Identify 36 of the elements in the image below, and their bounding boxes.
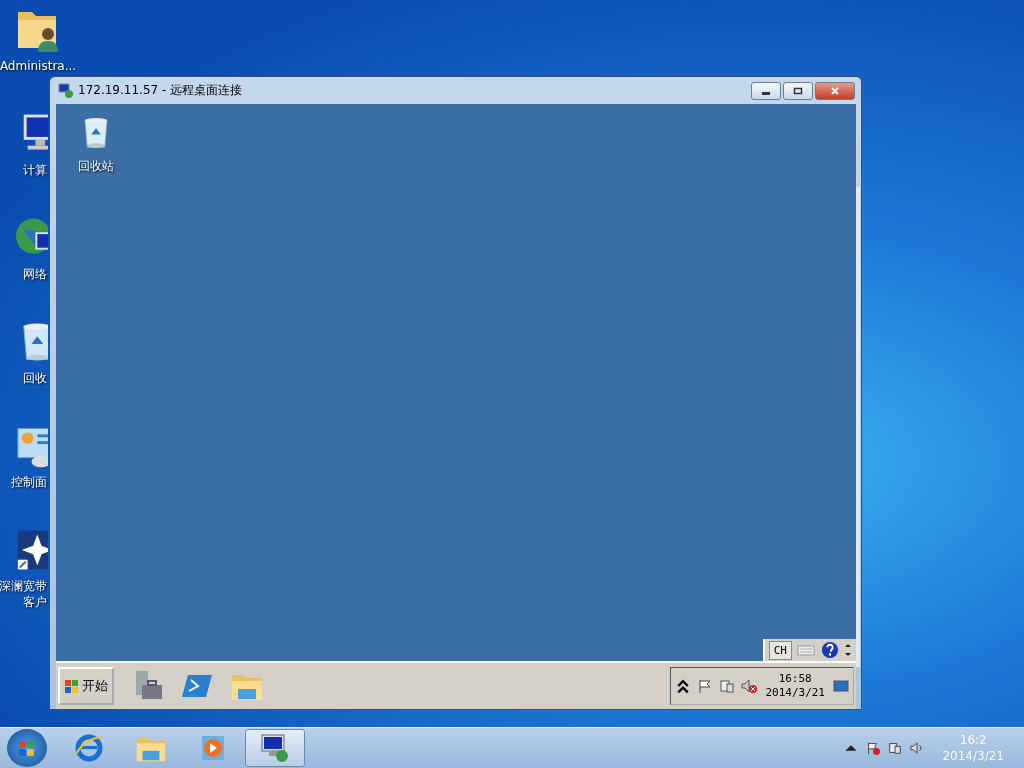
window-title: 172.19.11.57 - 远程桌面连接	[78, 82, 243, 99]
clock-time: 16:58	[778, 672, 812, 686]
icon-label: 深澜宽带	[0, 578, 47, 594]
icon-label: 控制面	[11, 474, 47, 490]
restore-icon	[793, 85, 803, 96]
start-button[interactable]	[7, 729, 47, 767]
clock-date: 2014/3/21	[765, 686, 825, 700]
taskbar-button[interactable]	[245, 729, 305, 767]
show-desktop-icon[interactable]	[833, 678, 849, 694]
clock-time: 16:2	[959, 732, 987, 748]
icon-label: 回收	[23, 370, 47, 386]
flag-warning-icon[interactable]	[866, 741, 881, 755]
close-button[interactable]	[815, 81, 855, 100]
close-icon	[830, 85, 840, 96]
language-indicator[interactable]: CH	[768, 640, 792, 660]
icon-label: 客户	[23, 594, 47, 610]
icon-label: Administra...	[0, 58, 77, 74]
restore-button[interactable]	[783, 81, 813, 100]
minimize-button[interactable]	[751, 81, 781, 100]
network-icon[interactable]	[888, 741, 903, 755]
browser-icon	[73, 732, 105, 764]
start-button[interactable]: 开始	[58, 667, 114, 705]
icon-label: 网络	[23, 266, 47, 282]
remote-desktop-icon	[58, 82, 74, 99]
windows-logo-icon	[18, 739, 36, 757]
minimize-icon	[762, 92, 770, 95]
network-icon[interactable]	[719, 678, 736, 694]
muted-speaker-icon[interactable]	[741, 678, 758, 694]
options-arrow-icon[interactable]	[844, 642, 852, 658]
icon-label: 计算	[23, 162, 47, 178]
icon-label: 回收站	[78, 158, 114, 174]
clock-date: 2014/3/21	[942, 748, 1004, 764]
show-hidden-icons-icon[interactable]	[675, 678, 692, 694]
windows-logo-icon	[64, 678, 80, 694]
help-icon[interactable]	[820, 641, 840, 659]
remote-desktop-icon	[259, 732, 291, 764]
